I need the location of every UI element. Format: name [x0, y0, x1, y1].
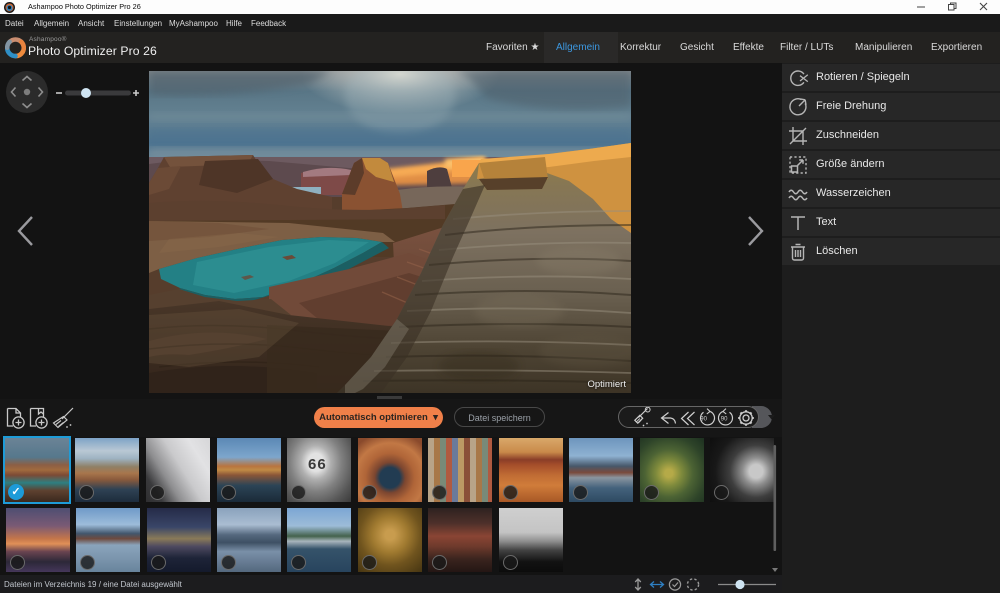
svg-text:90: 90 — [700, 417, 707, 423]
svg-text:90: 90 — [721, 417, 728, 423]
